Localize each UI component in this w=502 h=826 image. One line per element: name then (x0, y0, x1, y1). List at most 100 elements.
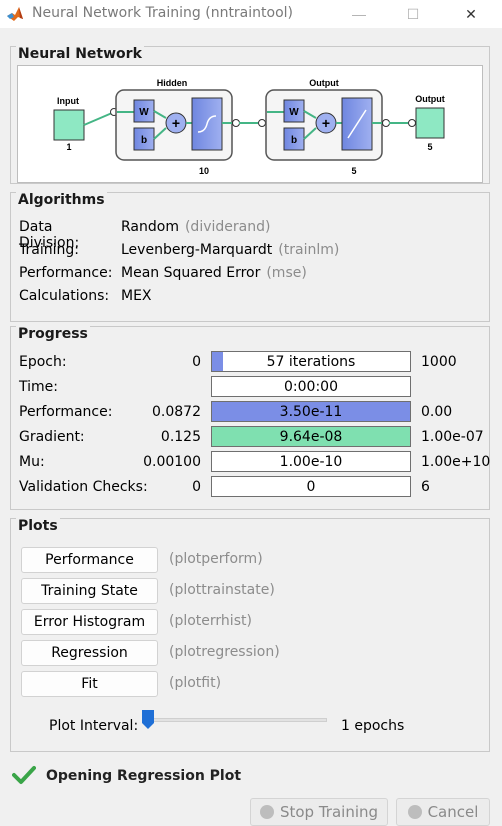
progress-min: 0 (192, 354, 201, 370)
hidden-weight-label: W (139, 107, 149, 118)
algorithm-function: (dividerand) (184, 219, 271, 235)
progress-panel: Progress Epoch: 0 57 iterations 1000 Time: 0:… (10, 326, 490, 510)
algorithm-value-text: Mean Squared Error (121, 265, 261, 281)
status-text: Opening Regression Plot (46, 768, 242, 784)
progress-value: 0 (306, 479, 316, 495)
input-arrow (83, 112, 113, 126)
progress-row: Time: 0:00:00 (11, 376, 491, 398)
close-icon: ✕ (465, 5, 477, 22)
plot-button[interactable]: Regression (21, 640, 158, 666)
output-layer-size: 5 (351, 166, 356, 176)
plot-button[interactable]: Error Histogram (21, 609, 158, 635)
progress-max: 1000 (421, 354, 457, 370)
progress-bar: 3.50e-11 (211, 401, 411, 422)
cancel-label: Cancel (427, 803, 479, 821)
algorithm-value: Levenberg-Marquardt (trainlm) (121, 242, 339, 258)
hidden-junction-b (258, 119, 266, 127)
maximize-button[interactable]: ☐ (390, 0, 436, 28)
plot-function: (plotperform) (169, 551, 263, 567)
progress-row: Mu: 0.00100 1.00e-10 1.00e+10 (11, 451, 491, 473)
plot-function: (ploterrhist) (169, 613, 252, 629)
progress-max: 6 (421, 479, 430, 495)
progress-row: Performance: 0.0872 3.50e-11 0.00 (11, 401, 491, 423)
progress-min: 0 (192, 479, 201, 495)
output-label: Output (415, 94, 445, 104)
network-diagram-svg: Input 1 Hidden W b + 10 Output W b + 5 O… (53, 78, 445, 176)
progress-label: Validation Checks: (19, 479, 148, 495)
progress-row: Gradient: 0.125 9.64e-08 1.00e-07 (11, 426, 491, 448)
progress-row: Validation Checks: 0 0 6 (11, 476, 491, 498)
input-size: 1 (66, 142, 71, 152)
hidden-sum-label: + (172, 115, 180, 131)
algorithm-function: (trainlm) (278, 242, 340, 258)
plot-button[interactable]: Fit (21, 671, 158, 697)
progress-value: 57 iterations (266, 354, 356, 370)
algorithm-value: Random (dividerand) (121, 219, 270, 235)
progress-label: Gradient: (19, 429, 85, 445)
hidden-label: Hidden (157, 78, 188, 88)
progress-label: Epoch: (19, 354, 67, 370)
plot-interval-label: Plot Interval: (49, 718, 139, 734)
algorithm-value-text: Random (121, 219, 179, 235)
progress-bar: 1.00e-10 (211, 451, 411, 472)
input-node (53, 109, 85, 141)
progress-label: Time: (19, 379, 58, 395)
algorithm-function: (mse) (266, 265, 307, 281)
network-diagram: Input 1 Hidden W b + 10 Output W b + 5 O… (17, 65, 483, 183)
progress-min: 0.0872 (152, 404, 201, 420)
output-node (415, 107, 445, 139)
output-layer-label: Output (309, 78, 339, 88)
plot-interval-track[interactable] (145, 718, 327, 722)
progress-value: 1.00e-10 (279, 454, 343, 470)
progress-max: 0.00 (421, 404, 453, 420)
algorithm-value-text: MEX (121, 288, 152, 304)
output-sum-label: + (322, 115, 330, 131)
stop-training-button[interactable]: Stop Training (250, 798, 388, 826)
window-title: Neural Network Training (nntraintool) (32, 5, 293, 21)
progress-bar: 57 iterations (211, 351, 411, 372)
progress-bar: 0 (211, 476, 411, 497)
close-button[interactable]: ✕ (448, 0, 494, 28)
progress-max: 1.00e-07 (421, 429, 484, 445)
plot-function: (plotfit) (169, 675, 222, 691)
cancel-button[interactable]: Cancel (396, 798, 490, 826)
progress-value: 9.64e-08 (279, 429, 343, 445)
algorithms-panel: Algorithms Data Division: Random (dividera… (10, 192, 490, 322)
output-junction-a (382, 119, 390, 127)
output-weight-label: W (289, 107, 299, 118)
progress-value: 3.50e-11 (279, 404, 343, 420)
plots-panel: Plots Performance (plotperform) Training S… (10, 518, 490, 752)
panel-title-plots: Plots (16, 518, 60, 534)
plot-function: (plotregression) (169, 644, 280, 660)
hidden-size: 10 (199, 166, 209, 176)
progress-max: 1.00e+10 (421, 454, 491, 470)
output-junction-b (408, 119, 416, 127)
minimize-button[interactable]: — (336, 0, 382, 28)
plot-function: (plottrainstate) (169, 582, 275, 598)
panel-title-neural-network: Neural Network (16, 46, 144, 62)
progress-row: Epoch: 0 57 iterations 1000 (11, 351, 491, 373)
matlab-logo-icon (7, 7, 23, 21)
minimize-icon: — (352, 6, 366, 22)
algorithm-label: Calculations: (19, 288, 110, 304)
maximize-icon: ☐ (406, 5, 420, 22)
check-icon (12, 766, 36, 784)
algorithm-value-text: Levenberg-Marquardt (121, 242, 273, 258)
hidden-junction-a (232, 119, 240, 127)
hidden-bias-label: b (141, 135, 147, 146)
stop-training-label: Stop Training (279, 803, 379, 821)
algorithm-value: Mean Squared Error (mse) (121, 265, 307, 281)
plot-interval-slider[interactable] (142, 710, 154, 730)
panel-title-algorithms: Algorithms (16, 192, 107, 208)
plot-button[interactable]: Training State (21, 578, 158, 604)
output-size: 5 (427, 142, 432, 152)
progress-bar: 9.64e-08 (211, 426, 411, 447)
title-bar: Neural Network Training (nntraintool) — … (0, 0, 502, 28)
progress-label: Performance: (19, 404, 113, 420)
plot-button[interactable]: Performance (21, 547, 158, 573)
progress-value: 0:00:00 (284, 379, 338, 395)
algorithm-value: MEX (121, 288, 158, 304)
stop-icon (259, 805, 274, 819)
algorithm-label: Training: (19, 242, 79, 258)
cancel-icon (407, 805, 422, 819)
